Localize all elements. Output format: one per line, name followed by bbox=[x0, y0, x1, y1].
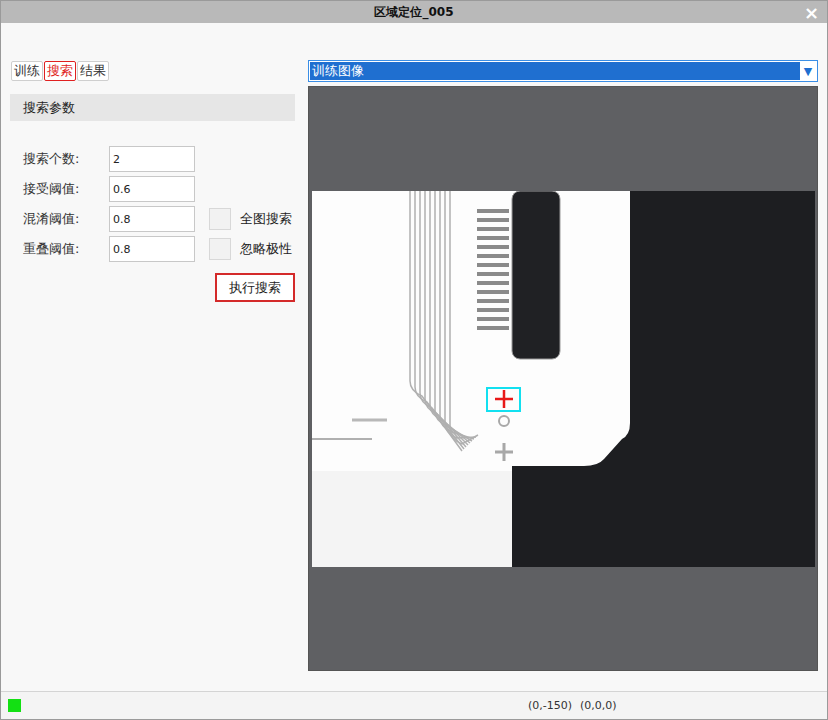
title-bar: 区域定位_005 × bbox=[1, 1, 827, 23]
left-panel: 训练搜索结果搜索参数搜索个数: 接受阈值: 混淆阈值: 重叠阈值: 全图搜索忽略极性执行… bbox=[10, 60, 295, 691]
section-header: 搜索参数 bbox=[10, 94, 295, 121]
checkbox-label: 全图搜索 bbox=[240, 210, 292, 228]
field-input[interactable] bbox=[109, 206, 195, 232]
status-indicator bbox=[8, 699, 21, 712]
field-label: 混淆阈值: bbox=[23, 210, 95, 228]
tab-bar: 训练搜索结果 bbox=[11, 60, 295, 81]
window-title: 区域定位_005 bbox=[374, 4, 453, 21]
status-value: (0,0,0) bbox=[580, 699, 617, 712]
image-viewer[interactable] bbox=[308, 86, 818, 671]
tab[interactable]: 结果 bbox=[77, 61, 109, 81]
field-input[interactable] bbox=[109, 236, 195, 262]
image-select-value: 训练图像 bbox=[310, 62, 800, 80]
close-button[interactable]: × bbox=[804, 1, 819, 23]
checkbox[interactable] bbox=[209, 208, 231, 230]
run-search-button[interactable]: 执行搜索 bbox=[215, 273, 295, 302]
tab[interactable]: 搜索 bbox=[44, 61, 76, 81]
status-text: (0,-150) (0,0,0) bbox=[528, 699, 617, 712]
checkbox-label: 忽略极性 bbox=[240, 240, 292, 258]
status-bar: (0,-150) (0,0,0) bbox=[1, 691, 827, 719]
tab[interactable]: 训练 bbox=[11, 61, 43, 81]
dialog-window: 区域定位_005 × 训练搜索结果搜索参数搜索个数: 接受阈值: 混淆阈值: 重叠阈值: 全… bbox=[0, 0, 828, 720]
status-coords: (0,-150) bbox=[528, 699, 572, 712]
param-grid: 搜索个数: 接受阈值: 混淆阈值: 重叠阈值: 全图搜索忽略极性 bbox=[23, 146, 295, 262]
right-panel: 训练图像▼ bbox=[308, 60, 818, 691]
checkbox-row[interactable]: 全图搜索 bbox=[209, 208, 295, 230]
checkbox-row[interactable]: 忽略极性 bbox=[209, 238, 295, 260]
dropdown-arrow-icon: ▼ bbox=[800, 65, 816, 78]
field-label: 搜索个数: bbox=[23, 150, 95, 168]
camera-image bbox=[312, 191, 815, 567]
field-input[interactable] bbox=[109, 176, 195, 202]
field-label: 重叠阈值: bbox=[23, 240, 95, 258]
field-label: 接受阈值: bbox=[23, 180, 95, 198]
field-input[interactable] bbox=[109, 146, 195, 172]
image-select[interactable]: 训练图像▼ bbox=[308, 60, 818, 82]
checkbox[interactable] bbox=[209, 238, 231, 260]
